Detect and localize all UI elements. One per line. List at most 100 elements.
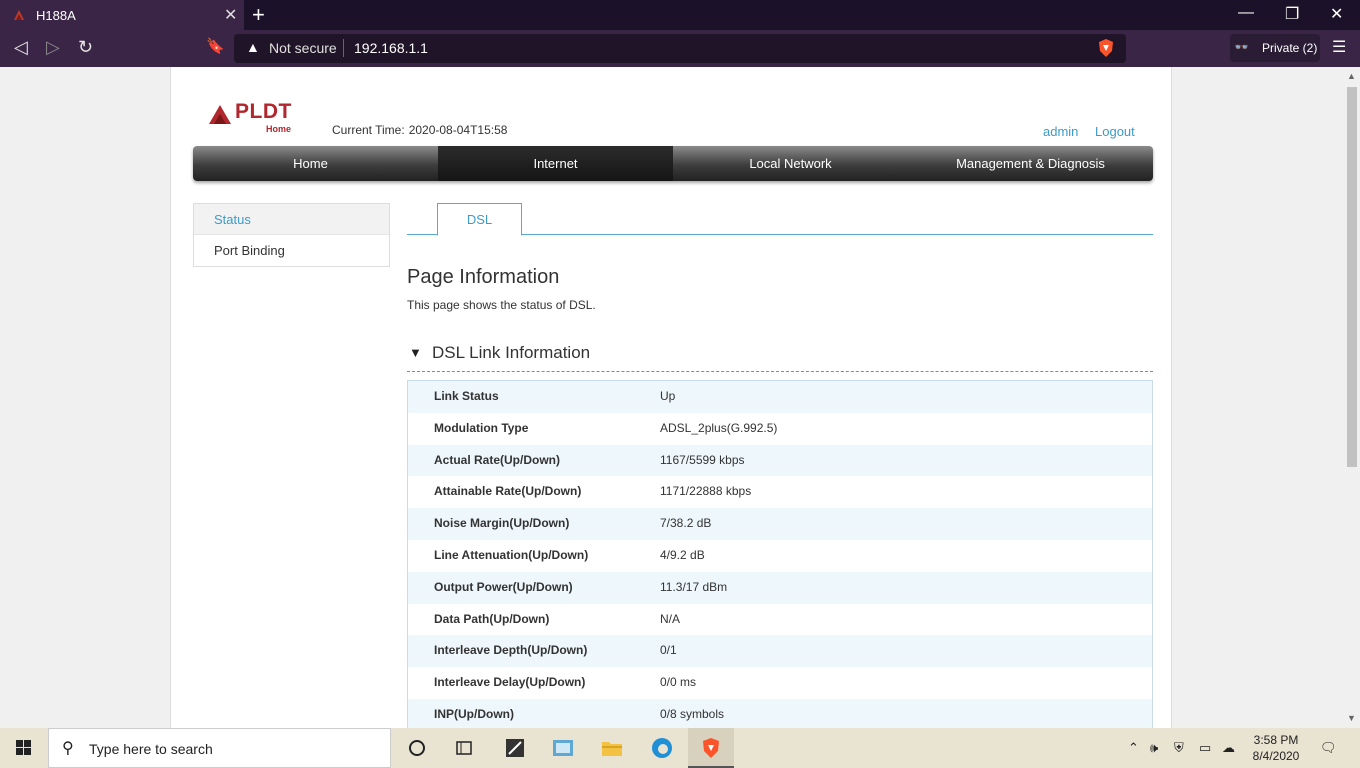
brave-shield-icon[interactable] (1096, 38, 1116, 58)
logo-word: PLDT (235, 100, 292, 123)
row-value: 1167/5599 kbps (660, 452, 745, 467)
edge-browser-icon[interactable] (650, 736, 674, 760)
close-tab-icon[interactable]: ✕ (224, 5, 237, 25)
row-value: 4/9.2 dB (660, 547, 705, 562)
pldt-favicon-icon (14, 10, 24, 20)
table-row: Attainable Rate(Up/Down) 1171/22888 kbps (408, 476, 1152, 508)
table-row: Line Attenuation(Up/Down) 4/9.2 dB (408, 540, 1152, 572)
new-tab-icon[interactable]: + (252, 2, 265, 28)
onedrive-icon[interactable]: ☁ (1222, 740, 1235, 756)
row-key: Interleave Depth(Up/Down) (434, 643, 588, 658)
row-key: Modulation Type (434, 420, 529, 435)
table-row: Interleave Depth(Up/Down) 0/1 (408, 635, 1152, 668)
search-placeholder: Type here to search (89, 741, 213, 757)
pldt-logo: PLDT Home (207, 99, 307, 135)
search-icon: ⚲ (62, 740, 74, 757)
row-key: Actual Rate(Up/Down) (434, 452, 560, 467)
sidebar-item-status[interactable]: Status (194, 204, 389, 235)
bookmark-icon[interactable]: 🔖 (206, 37, 225, 55)
section-header[interactable]: ▼ DSL Link Information (407, 340, 1153, 372)
windows-start-icon[interactable] (0, 728, 48, 768)
windows-taskbar: ⚲ Type here to search ⌃ 🕪 ⛨ ▭ ☁ 3:58 PM … (0, 728, 1360, 768)
browser-tab[interactable]: H188A ✕ (0, 0, 244, 30)
tray-expand-icon[interactable]: ⌃ (1128, 740, 1139, 756)
nav-home[interactable]: Home (193, 146, 428, 181)
scroll-up-icon[interactable]: ▲ (1347, 71, 1356, 81)
table-row: Actual Rate(Up/Down) 1167/5599 kbps (408, 444, 1152, 477)
address-bar: ◁ ▷ ↻ 🔖 ▲ Not secure 192.168.1.1 👓 Priva… (0, 30, 1360, 67)
table-row: Interleave Delay(Up/Down) 0/0 ms (408, 667, 1152, 699)
row-value: 11.3/17 dBm (660, 579, 728, 594)
table-row: Link Status Up (408, 381, 1152, 413)
nav-internet[interactable]: Internet (438, 146, 673, 181)
table-row: Data Path(Up/Down) N/A (408, 604, 1152, 636)
restore-icon[interactable]: ❐ (1285, 4, 1299, 24)
scrollbar-thumb[interactable] (1347, 87, 1357, 467)
reload-icon[interactable]: ↻ (78, 37, 93, 58)
row-value: 7/38.2 dB (660, 516, 712, 531)
row-key: Line Attenuation(Up/Down) (434, 547, 589, 562)
current-time: Current Time: 2020-08-04T15:58 (332, 123, 507, 137)
minimize-icon[interactable]: — (1238, 4, 1254, 22)
sticky-app-icon[interactable] (503, 736, 527, 760)
logo-home: Home (266, 124, 292, 134)
network-icon[interactable]: ▭ (1199, 740, 1211, 756)
url-divider (343, 39, 344, 57)
sidebar-item-port-binding[interactable]: Port Binding (194, 235, 389, 266)
row-key: Attainable Rate(Up/Down) (434, 484, 582, 499)
clock-date: 8/4/2020 (1252, 749, 1300, 763)
scroll-down-icon[interactable]: ▼ (1347, 713, 1356, 723)
url-text[interactable]: 192.168.1.1 (354, 40, 428, 56)
forward-icon[interactable]: ▷ (46, 37, 60, 58)
volume-icon[interactable]: 🕪 (1150, 740, 1158, 756)
row-key: Noise Margin(Up/Down) (434, 516, 570, 531)
dsl-info-table: Link Status Up Modulation Type ADSL_2plus(G… (407, 380, 1153, 728)
clock-time: 3:58 PM (1253, 733, 1299, 747)
row-key: Data Path(Up/Down) (434, 611, 550, 626)
row-key: Link Status (434, 389, 499, 403)
tab-dsl[interactable]: DSL (437, 203, 522, 236)
logout-link[interactable]: Logout (1095, 124, 1135, 139)
warning-icon: ▲ (246, 39, 260, 55)
file-explorer-icon[interactable] (600, 736, 624, 760)
row-value: ADSL_2plus(G.992.5) (660, 420, 778, 435)
cortana-icon[interactable] (405, 736, 429, 760)
browser-menu-icon[interactable]: ☰ (1332, 37, 1346, 57)
row-key: INP(Up/Down) (434, 706, 514, 721)
window-close-icon[interactable]: ✕ (1330, 4, 1343, 24)
brave-browser-icon[interactable] (699, 736, 723, 760)
section-title: DSL Link Information (432, 343, 591, 362)
notifications-icon[interactable]: 🗨 (1320, 740, 1337, 756)
admin-link[interactable]: admin (1043, 124, 1078, 139)
security-icon[interactable]: ⛨ (1174, 740, 1184, 756)
private-glasses-icon: 👓 (1234, 40, 1249, 54)
row-value: 0/1 (660, 643, 677, 658)
table-row: Noise Margin(Up/Down) 7/38.2 dB (408, 508, 1152, 540)
control-panel-icon[interactable] (551, 736, 575, 760)
table-row: Modulation Type ADSL_2plus(G.992.5) (408, 413, 1152, 445)
side-nav: Status Port Binding (193, 203, 390, 267)
tab-title: H188A (36, 8, 76, 23)
page-title: Page Information (407, 266, 560, 288)
row-value: 0/8 symbols (660, 706, 725, 721)
nav-local-network[interactable]: Local Network (673, 146, 908, 181)
url-field[interactable]: ▲ Not secure 192.168.1.1 (234, 34, 1126, 63)
collapse-triangle-icon[interactable]: ▼ (409, 345, 422, 360)
task-view-icon[interactable] (452, 736, 476, 760)
router-panel: PLDT Home Current Time: 2020-08-04T15:58 … (170, 67, 1172, 728)
table-row: Output Power(Up/Down) 11.3/17 dBm (408, 571, 1152, 604)
not-secure-label[interactable]: Not secure (269, 40, 337, 56)
taskbar-clock[interactable]: 3:58 PM 8/4/2020 (1246, 732, 1306, 764)
back-icon[interactable]: ◁ (14, 37, 28, 58)
table-row: INP(Up/Down) 0/8 symbols (408, 698, 1152, 728)
row-key: Interleave Delay(Up/Down) (434, 675, 586, 690)
taskbar-search[interactable]: ⚲ Type here to search (48, 728, 391, 768)
row-key: Output Power(Up/Down) (434, 579, 573, 594)
pldt-logo-icon (209, 105, 231, 124)
page-scrollbar[interactable]: ▲ ▼ (1344, 67, 1360, 728)
private-window-badge[interactable]: 👓 Private (2) (1230, 34, 1320, 62)
row-value: 0/0 ms (660, 675, 697, 690)
nav-management-diagnosis[interactable]: Management & Diagnosis (908, 146, 1153, 181)
current-time-label: Current Time: (332, 123, 405, 137)
row-value: 1171/22888 kbps (660, 484, 752, 499)
